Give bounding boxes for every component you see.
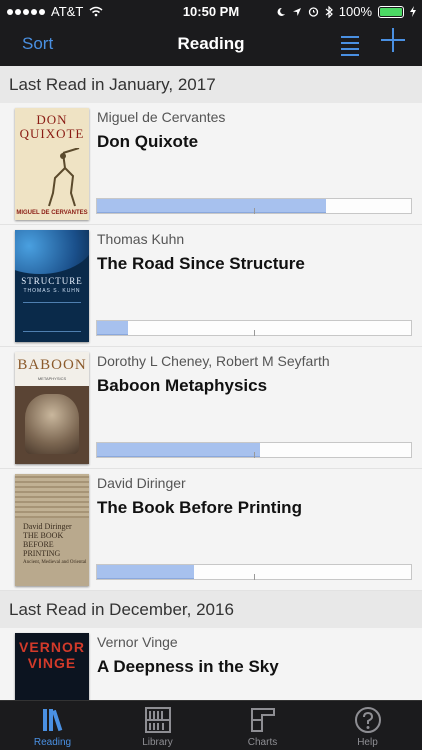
book-author: Dorothy L Cheney, Robert M Seyfarth <box>97 353 330 369</box>
book-author: Vernor Vinge <box>97 634 178 650</box>
cover-lines <box>23 302 81 332</box>
progress-bar <box>96 320 412 336</box>
book-cover: STRUCTURE THOMAS S. KUHN <box>15 230 89 342</box>
book-author: Thomas Kuhn <box>97 231 185 247</box>
book-title: Don Quixote <box>97 132 199 151</box>
nav-bar: Sort Reading <box>0 22 422 66</box>
progress-midpoint-tick <box>254 452 255 458</box>
cover-text: BABOON <box>17 357 87 373</box>
book-row-baboon-metaphysics[interactable]: BABOON METAPHYSICS Dorothy L Cheney, Rob… <box>0 347 422 469</box>
plus-icon[interactable] <box>379 26 407 54</box>
progress-midpoint-tick <box>254 208 255 214</box>
tab-label: Charts <box>247 737 278 748</box>
cover-text: THOMAS S. KUHN <box>23 288 81 294</box>
tab-label: Help <box>357 737 378 748</box>
book-cover: BABOON METAPHYSICS <box>15 352 89 464</box>
tab-charts[interactable]: Charts <box>210 701 315 750</box>
books-icon <box>43 709 63 732</box>
bluetooth-icon <box>325 5 333 18</box>
cover-text: VERNOR <box>19 639 85 655</box>
chart-icon <box>251 708 275 732</box>
book-cover: David Diringer THE BOOK BEFORE PRINTING A… <box>15 474 89 586</box>
progress-bar <box>96 198 412 214</box>
progress-midpoint-tick <box>254 330 255 336</box>
book-cover: VERNOR VINGE <box>15 633 89 700</box>
progress-bar <box>96 442 412 458</box>
tab-label: Reading <box>33 737 72 748</box>
cover-text: THE BOOK BEFORE PRINTING <box>23 531 64 558</box>
cover-text: METAPHYSICS <box>37 376 67 381</box>
list-icon[interactable] <box>341 32 359 56</box>
battery-percent: 100% <box>338 4 372 19</box>
book-row-don-quixote[interactable]: DON QUIXOTE MIGUEL DE CERVANTES Miguel d… <box>0 103 422 225</box>
moon-icon <box>277 7 285 16</box>
cover-text: David Diringer <box>23 522 72 531</box>
tab-bar: Reading Library Charts Help <box>0 700 422 750</box>
book-row-deepness-in-the-sky[interactable]: VERNOR VINGE Vernor Vinge A Deepness in … <box>0 628 422 700</box>
tab-reading[interactable]: Reading <box>0 701 105 750</box>
cover-text: Ancient, Medieval and Oriental <box>23 560 87 565</box>
book-row-book-before-printing[interactable]: David Diringer THE BOOK BEFORE PRINTING A… <box>0 469 422 591</box>
reading-list[interactable]: Last Read in January, 2017 DON QUIXOTE M… <box>0 66 422 700</box>
tab-library[interactable]: Library <box>105 701 210 750</box>
globe-illustration <box>15 230 89 274</box>
baboon-photo <box>25 394 79 454</box>
bookshelf-icon <box>145 707 171 733</box>
battery-icon <box>378 5 404 18</box>
cover-text: David Diringer THE BOOK BEFORE PRINTING <box>23 522 89 558</box>
book-title: A Deepness in the Sky <box>97 657 279 676</box>
status-bar: AT&T 10:50 PM 100% <box>0 0 422 22</box>
cover-text: QUIXOTE <box>19 126 85 141</box>
book-title: The Book Before Printing <box>97 498 302 517</box>
tab-help[interactable]: Help <box>315 701 420 750</box>
progress-fill <box>97 565 195 579</box>
top-bar: AT&T 10:50 PM 100% Sort Reading <box>0 0 422 66</box>
tab-label: Library <box>142 737 173 748</box>
manuscript-texture <box>15 474 89 518</box>
knight-illustration <box>48 148 80 207</box>
book-author: David Diringer <box>97 475 186 491</box>
charging-bolt-icon <box>410 6 416 17</box>
book-title: Baboon Metaphysics <box>97 376 268 395</box>
book-title: The Road Since Structure <box>97 254 305 273</box>
cover-text: MIGUEL DE CERVANTES <box>16 210 88 216</box>
location-arrow-icon <box>292 7 301 16</box>
cover-text: STRUCTURE <box>21 276 83 286</box>
progress-fill <box>97 443 261 457</box>
question-circle-icon <box>355 707 381 733</box>
book-cover: DON QUIXOTE MIGUEL DE CERVANTES <box>15 108 89 220</box>
book-row-road-since-structure[interactable]: STRUCTURE THOMAS S. KUHN Thomas Kuhn The… <box>0 225 422 347</box>
sort-button[interactable]: Sort <box>22 34 53 54</box>
alarm-icon <box>308 7 318 17</box>
book-author: Miguel de Cervantes <box>97 109 226 125</box>
progress-fill <box>97 199 327 213</box>
section-header: Last Read in January, 2017 <box>0 66 422 103</box>
section-header: Last Read in December, 2016 <box>0 591 422 628</box>
progress-midpoint-tick <box>254 574 255 580</box>
cover-text: VINGE <box>27 655 77 671</box>
progress-fill <box>97 321 129 335</box>
progress-bar <box>96 564 412 580</box>
